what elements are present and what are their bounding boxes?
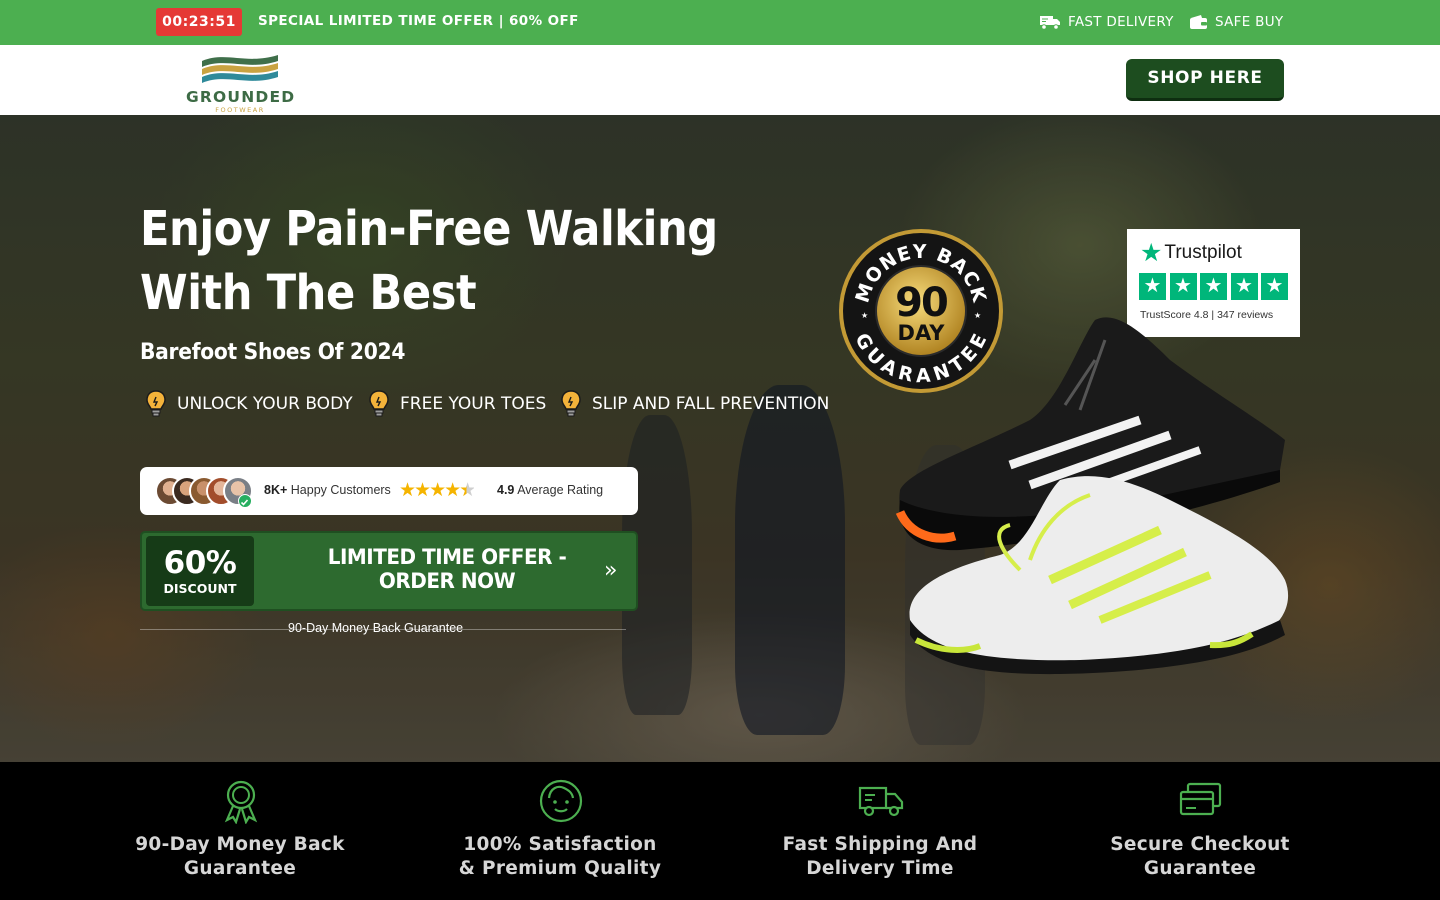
feature-title-line: Secure Checkout xyxy=(1110,834,1290,855)
double-chevron-right-icon: » xyxy=(604,558,618,583)
feature-title: 100% Satisfaction & Premium Quality xyxy=(400,833,720,881)
promo-text: SPECIAL LIMITED TIME OFFER | 60% OFF xyxy=(258,13,579,29)
feature-title-line: & Premium Quality xyxy=(458,858,662,879)
feature-title-line: Fast Shipping And xyxy=(782,834,978,855)
perk-fast-delivery: FAST DELIVERY xyxy=(1040,12,1174,32)
wallet-icon xyxy=(1190,15,1207,29)
rating-stars-icon: ★★★★★ xyxy=(399,480,476,501)
rating-label: Average Rating xyxy=(517,483,604,497)
customers-label: Happy Customers xyxy=(290,483,391,497)
perk-label: FAST DELIVERY xyxy=(1068,14,1174,30)
guarantee-note: 90-Day Money Back Guarantee xyxy=(288,621,464,635)
barefoot-shoes-image xyxy=(895,317,1289,675)
hero-title: Enjoy Pain-Free Walking With The Best xyxy=(140,201,718,321)
star-icon: ★ xyxy=(1200,273,1227,300)
feature-unlock-body: UNLOCK YOUR BODY xyxy=(145,390,353,418)
credit-cards-icon xyxy=(1179,782,1222,816)
perk-label: SAFE BUY xyxy=(1215,14,1284,30)
social-proof-bar: 8K+ Happy Customers ★★★★★ 4.9 Average Ra… xyxy=(140,467,638,515)
trustpilot-logo: ★ Trustpilot xyxy=(1140,238,1242,268)
delivery-truck-icon xyxy=(858,786,904,817)
feature-title-line: Guarantee xyxy=(1143,858,1257,879)
logo-tagline: FOOTWEAR xyxy=(215,106,265,114)
order-now-button[interactable]: 60% DISCOUNT LIMITED TIME OFFER - ORDER … xyxy=(140,531,638,611)
feature-slip-prevention: SLIP AND FALL PREVENTION xyxy=(560,390,829,418)
feature-free-toes: FREE YOUR TOES xyxy=(368,390,546,418)
discount-label: DISCOUNT xyxy=(163,581,237,596)
hero-subtitle: Barefoot Shoes Of 2024 xyxy=(140,340,406,365)
feature-title: Secure Checkout Guarantee xyxy=(1040,833,1360,881)
feature-label: UNLOCK YOUR BODY xyxy=(177,394,353,414)
announcement-bar: 00:23:51 SPECIAL LIMITED TIME OFFER | 60… xyxy=(0,0,1440,45)
average-rating-text: 4.9 Average Rating xyxy=(497,483,603,497)
svg-text:★: ★ xyxy=(861,311,868,320)
feature-title-line: Delivery Time xyxy=(806,858,954,879)
lightbulb-icon xyxy=(146,390,166,417)
star-icon: ★ xyxy=(1169,273,1197,300)
discount-value: 60% xyxy=(163,545,237,581)
verified-check-icon xyxy=(238,494,252,508)
trustpilot-star-icon: ★ xyxy=(1140,239,1163,267)
countdown-timer: 00:23:51 xyxy=(156,8,242,36)
feature-title-line: 100% Satisfaction xyxy=(463,834,657,855)
site-header: GROUNDED FOOTWEAR SHOP HERE xyxy=(0,45,1440,115)
logo-waves-icon xyxy=(202,55,278,83)
discount-badge: 60% DISCOUNT xyxy=(146,536,254,606)
feature-label: SLIP AND FALL PREVENTION xyxy=(592,394,830,414)
lightbulb-icon xyxy=(561,390,581,417)
perk-safe-buy: SAFE BUY xyxy=(1189,12,1283,32)
feature-title: 90-Day Money Back Guarantee xyxy=(80,833,400,881)
feature-satisfaction: 100% Satisfaction & Premium Quality xyxy=(400,762,720,900)
truck-icon xyxy=(1040,15,1060,30)
feature-title-line: Guarantee xyxy=(183,858,297,879)
feature-money-back: 90-Day Money Back Guarantee xyxy=(80,762,400,900)
feature-title-line: 90-Day Money Back xyxy=(135,834,345,855)
lightbulb-icon xyxy=(369,390,389,417)
star-icon: ★ xyxy=(1139,273,1166,300)
feature-fast-shipping: Fast Shipping And Delivery Time xyxy=(720,762,1040,900)
hero-section: Enjoy Pain-Free Walking With The Best Ba… xyxy=(0,115,1440,762)
trustpilot-brand: Trustpilot xyxy=(1164,242,1242,263)
star-icon: ★ xyxy=(1230,273,1258,300)
award-ribbon-icon xyxy=(224,780,258,824)
grounded-logo[interactable]: GROUNDED FOOTWEAR xyxy=(186,51,296,114)
feature-title: Fast Shipping And Delivery Time xyxy=(720,833,1040,881)
shop-here-button[interactable]: SHOP HERE xyxy=(1126,59,1284,101)
features-strip: 90-Day Money Back Guarantee 100% Satisfac… xyxy=(0,762,1440,900)
feature-label: FREE YOUR TOES xyxy=(400,394,547,414)
feature-secure-checkout: Secure Checkout Guarantee xyxy=(1040,762,1360,900)
logo-wordmark: GROUNDED xyxy=(186,88,296,106)
cta-text: LIMITED TIME OFFER - ORDER NOW xyxy=(327,545,567,593)
rating-value: 4.9 xyxy=(497,483,515,497)
happy-face-icon xyxy=(539,779,583,823)
trustpilot-stars: ★ ★ ★ ★ ★ xyxy=(1139,273,1292,300)
customers-count: 8K+ xyxy=(264,483,288,497)
happy-customers-text: 8K+ Happy Customers xyxy=(264,483,391,497)
star-icon: ★ xyxy=(1261,273,1288,300)
